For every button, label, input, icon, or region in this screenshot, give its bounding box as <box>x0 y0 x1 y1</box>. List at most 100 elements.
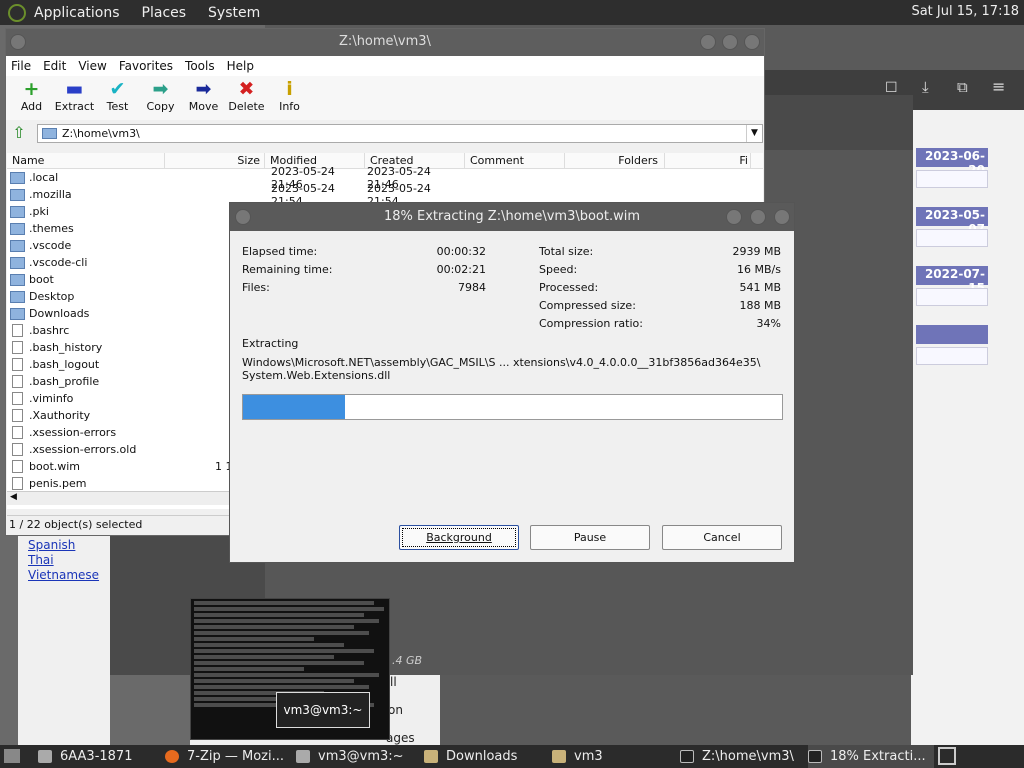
close-button[interactable] <box>744 34 760 50</box>
table-row[interactable]: .mozilla 2023-05-24 21:54 2023-05-24 21:54 <box>7 182 763 208</box>
download-icon[interactable]: ⤓ <box>922 78 929 96</box>
column-files[interactable]: Fi <box>665 153 751 168</box>
horizontal-scrollbar[interactable]: ◀ <box>7 491 237 505</box>
dialog-titlebar[interactable]: 18% Extracting Z:\home\vm3\boot.wim <box>230 203 794 231</box>
file-name: .local <box>29 171 59 184</box>
window-titlebar[interactable]: Z:\home\vm3\ <box>6 29 764 56</box>
language-link[interactable]: Vietnamese <box>18 568 110 583</box>
maximize-button[interactable] <box>722 34 738 50</box>
language-link[interactable]: Thai <box>18 553 110 568</box>
info-button[interactable]: i Info <box>268 76 311 113</box>
menu-favorites[interactable]: Favorites <box>119 59 173 73</box>
date-subrow <box>916 170 988 188</box>
folder-icon <box>10 273 25 286</box>
add-icon: + <box>23 78 40 100</box>
taskbar-item[interactable]: Z:\home\vm3\ <box>680 745 804 768</box>
firefox-icon <box>165 750 179 763</box>
folder-icon <box>10 307 25 320</box>
column-name[interactable]: Name <box>7 153 165 168</box>
move-button[interactable]: ➡ Move <box>182 76 225 113</box>
column-size[interactable]: Size <box>165 153 265 168</box>
menu-tools[interactable]: Tools <box>185 59 215 73</box>
minimize-button[interactable] <box>700 34 716 50</box>
column-comment[interactable]: Comment <box>465 153 565 168</box>
menu-applications[interactable]: Applications <box>34 5 120 21</box>
taskbar-item[interactable]: 6AA3-1871 <box>38 745 158 768</box>
date-label: 2023-05-07 <box>916 207 988 236</box>
file-icon <box>12 341 23 354</box>
7zip-icon <box>808 750 822 763</box>
date-subrow <box>916 229 988 247</box>
menu-view[interactable]: View <box>78 59 106 73</box>
test-button[interactable]: ✔ Test <box>96 76 139 113</box>
pause-button[interactable]: Pause <box>530 525 650 550</box>
file-icon <box>12 443 23 456</box>
file-name: .viminfo <box>29 392 74 405</box>
file-icon <box>12 426 23 439</box>
up-folder-icon[interactable]: ⇧ <box>9 123 29 143</box>
path-combobox[interactable]: Z:\home\vm3\ ▼ <box>37 123 763 143</box>
date-subrow <box>916 347 988 365</box>
background-button[interactable]: Background <box>399 525 519 550</box>
file-name: Desktop <box>29 290 75 303</box>
taskbar-item[interactable]: vm3@vm3:~ <box>296 745 418 768</box>
extract-button[interactable]: ▬ Extract <box>53 76 96 113</box>
clock[interactable]: Sat Jul 15, 17:18 <box>911 4 1019 19</box>
taskbar-item[interactable]: 7-Zip — Mozi... <box>165 745 290 768</box>
window-menu-icon[interactable] <box>10 34 26 50</box>
taskbar-item-active[interactable]: 18% Extracti... <box>808 745 934 768</box>
folder-icon <box>424 750 438 763</box>
column-folders[interactable]: Folders <box>565 153 665 168</box>
file-name: .xsession-errors <box>29 426 117 439</box>
delete-button[interactable]: ✖ Delete <box>225 76 268 113</box>
taskbar-item[interactable]: Downloads <box>424 745 546 768</box>
menu-edit[interactable]: Edit <box>43 59 66 73</box>
copy-icon: ➡ <box>152 78 169 100</box>
file-name: Downloads <box>29 307 90 320</box>
file-name: .bash_profile <box>29 375 100 388</box>
taskbar: 6AA3-1871 7-Zip — Mozi... vm3@vm3:~ Down… <box>0 745 1024 768</box>
dialog-title: 18% Extracting Z:\home\vm3\boot.wim <box>383 209 641 224</box>
workspace-switcher-icon[interactable] <box>938 747 956 765</box>
folder-icon <box>10 171 25 184</box>
copy-button[interactable]: ➡ Copy <box>139 76 182 113</box>
extensions-icon[interactable]: ⧉ <box>957 78 968 96</box>
show-desktop-icon[interactable] <box>4 749 20 763</box>
file-icon <box>12 477 23 490</box>
file-icon <box>12 460 23 473</box>
language-link[interactable]: Spanish <box>18 538 110 553</box>
maximize-button[interactable] <box>750 209 766 225</box>
folder-icon <box>10 205 25 218</box>
minimize-button[interactable] <box>726 209 742 225</box>
file-icon <box>12 324 23 337</box>
cancel-button[interactable]: Cancel <box>662 525 782 550</box>
menu-system[interactable]: System <box>208 5 260 21</box>
file-name: penis.pem <box>29 477 87 490</box>
folder-icon <box>10 222 25 235</box>
background-page <box>911 110 1024 745</box>
add-button[interactable]: + Add <box>10 76 53 113</box>
file-name: .Xauthority <box>29 409 91 422</box>
window-icon <box>38 750 52 763</box>
hamburger-menu-icon[interactable]: ≡ <box>992 77 1005 96</box>
progress-bar-fill <box>243 395 346 419</box>
window-menu-icon[interactable] <box>235 209 251 225</box>
folder-icon <box>552 750 566 763</box>
extracting-label: Extracting <box>242 337 299 350</box>
language-list: Spanish Thai Vietnamese <box>18 530 110 745</box>
taskbar-item[interactable]: vm3 <box>552 745 674 768</box>
menu-places[interactable]: Places <box>142 5 187 21</box>
close-button[interactable] <box>774 209 790 225</box>
file-name: .xsession-errors.old <box>29 443 137 456</box>
menu-help[interactable]: Help <box>227 59 254 73</box>
distro-logo-icon[interactable] <box>8 3 26 22</box>
pocket-icon[interactable]: ☐ <box>885 80 898 96</box>
chevron-down-icon[interactable]: ▼ <box>746 124 762 142</box>
menu-file[interactable]: File <box>11 59 31 73</box>
file-name: boot <box>29 273 54 286</box>
file-name: .pki <box>29 205 49 218</box>
7zip-icon <box>680 750 694 763</box>
file-icon <box>12 375 23 388</box>
top-panel: Applications Places System Sat Jul 15, 1… <box>0 0 1024 25</box>
file-icon <box>12 409 23 422</box>
